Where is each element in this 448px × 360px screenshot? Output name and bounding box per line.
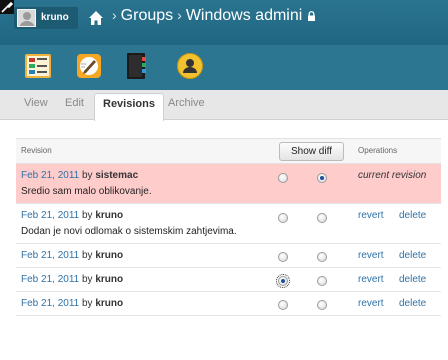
revision-info: Feb 21, 2011 by sistemac xyxy=(21,170,138,181)
current-revision-label: current revision xyxy=(358,170,427,181)
delete-link[interactable]: delete xyxy=(399,250,426,261)
revision-by: by xyxy=(81,170,93,181)
diff-new-radio[interactable] xyxy=(317,252,327,262)
breadcrumb-current: Windows admini xyxy=(185,7,303,24)
notebook-icon[interactable] xyxy=(122,52,150,80)
table-row: Feb 21, 2011 by kruno revert delete xyxy=(16,268,441,292)
revision-message: Dodan je novi odlomak o sistemskim zahtj… xyxy=(21,226,237,237)
breadcrumb-groups[interactable]: Groups xyxy=(121,7,173,24)
tab-view[interactable]: View xyxy=(24,97,48,109)
user-menu[interactable]: kruno xyxy=(14,7,78,29)
tab-bar: View Edit Revisions Archive xyxy=(0,90,448,121)
revision-by: by xyxy=(81,274,93,285)
diff-old-radio[interactable] xyxy=(278,252,288,262)
delete-link[interactable]: delete xyxy=(399,298,426,309)
revision-info: Feb 21, 2011 by kruno xyxy=(21,210,123,221)
breadcrumb-separator: › xyxy=(177,7,182,23)
revision-info: Feb 21, 2011 by kruno xyxy=(21,250,123,261)
diff-old-radio[interactable] xyxy=(276,274,290,288)
delete-link[interactable]: delete xyxy=(399,274,426,285)
diff-new-radio[interactable] xyxy=(317,276,327,286)
breadcrumb-separator: › xyxy=(112,7,117,23)
group-apps-bar xyxy=(0,45,448,90)
revert-link[interactable]: revert xyxy=(358,274,384,285)
revision-date-link[interactable]: Feb 21, 2011 xyxy=(21,250,79,261)
revision-date-link[interactable]: Feb 21, 2011 xyxy=(21,210,79,221)
wrench-icon[interactable] xyxy=(0,0,14,14)
show-diff-button[interactable]: Show diff xyxy=(279,142,344,161)
table-row: Feb 21, 2011 by kruno Dodan je novi odlo… xyxy=(16,204,441,244)
diff-old-radio[interactable] xyxy=(278,300,288,310)
home-icon[interactable] xyxy=(88,10,104,26)
revert-link[interactable]: revert xyxy=(358,250,384,261)
revision-date-link[interactable]: Feb 21, 2011 xyxy=(21,274,79,285)
revision-info: Feb 21, 2011 by kruno xyxy=(21,298,123,309)
avatar xyxy=(17,9,36,27)
tab-edit[interactable]: Edit xyxy=(65,97,84,109)
table-row: Feb 21, 2011 by kruno revert delete xyxy=(16,292,441,316)
breadcrumb: › Groups › Windows admini xyxy=(108,7,316,25)
revision-author[interactable]: kruno xyxy=(95,210,123,221)
diff-new-radio[interactable] xyxy=(317,173,327,183)
revision-date-link[interactable]: Feb 21, 2011 xyxy=(21,298,79,309)
revision-info: Feb 21, 2011 by kruno xyxy=(21,274,123,285)
delete-link[interactable]: delete xyxy=(399,210,426,221)
table-row: Feb 21, 2011 by sistemac Sredio sam malo… xyxy=(16,164,441,204)
revision-author[interactable]: kruno xyxy=(95,298,123,309)
notes-pen-icon[interactable] xyxy=(75,52,103,80)
revision-date-link[interactable]: Feb 21, 2011 xyxy=(21,170,79,181)
diff-new-radio[interactable] xyxy=(317,213,327,223)
calendar-board-icon[interactable] xyxy=(24,52,52,80)
revision-author[interactable]: sistemac xyxy=(95,170,138,181)
revert-link[interactable]: revert xyxy=(358,298,384,309)
diff-old-radio[interactable] xyxy=(278,173,288,183)
lock-icon xyxy=(308,10,316,21)
revision-by: by xyxy=(81,298,93,309)
revision-author[interactable]: kruno xyxy=(95,250,123,261)
revision-by: by xyxy=(81,250,93,261)
revision-author[interactable]: kruno xyxy=(95,274,123,285)
table-row: Feb 21, 2011 by kruno revert delete xyxy=(16,244,441,268)
user-name: kruno xyxy=(41,12,69,23)
diff-old-radio[interactable] xyxy=(278,213,288,223)
revert-link[interactable]: revert xyxy=(358,210,384,221)
tab-archive[interactable]: Archive xyxy=(168,97,205,109)
revision-message: Sredio sam malo oblikovanje. xyxy=(21,186,152,197)
diff-new-radio[interactable] xyxy=(317,300,327,310)
tab-revisions[interactable]: Revisions xyxy=(94,93,164,121)
member-profile-icon[interactable] xyxy=(176,52,204,80)
table-header: Revision Show diff Operations xyxy=(16,138,441,164)
column-header-revision: Revision xyxy=(21,146,52,155)
revision-by: by xyxy=(81,210,93,221)
top-header: kruno › Groups › Windows admini xyxy=(0,0,448,45)
column-header-operations: Operations xyxy=(358,146,398,155)
revisions-table: Revision Show diff Operations Feb 21, 20… xyxy=(16,138,441,316)
